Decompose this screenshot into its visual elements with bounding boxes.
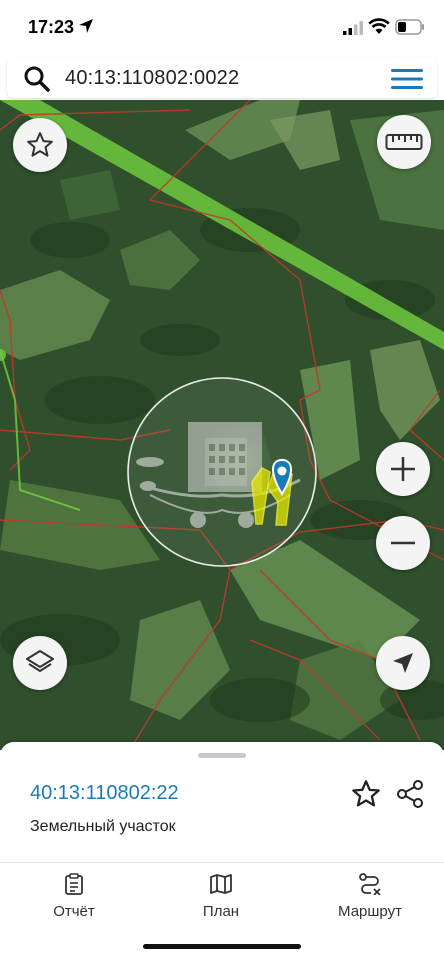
sheet-drag-handle[interactable]: [198, 753, 246, 758]
battery-icon: [395, 19, 424, 35]
search-input[interactable]: 40:13:110802:0022: [65, 67, 239, 90]
search-icon[interactable]: [23, 65, 51, 93]
zoom-in-icon: [391, 457, 415, 481]
save-parcel-star-icon[interactable]: [350, 778, 382, 810]
status-bar: 17:23: [0, 0, 444, 56]
ruler-button[interactable]: [377, 115, 431, 169]
map-plan-icon: [210, 874, 232, 894]
search-bar[interactable]: 40:13:110802:0022: [7, 58, 437, 98]
favorite-star-icon: [27, 132, 53, 157]
route-icon: [359, 873, 381, 895]
zoom-in-button[interactable]: [376, 442, 430, 496]
map-view[interactable]: [0, 100, 444, 750]
favorite-button[interactable]: [13, 118, 67, 172]
location-arrow-icon: [79, 19, 93, 33]
status-time: 17:23: [28, 17, 75, 37]
parcel-cadastral-number[interactable]: 40:13:110802:22: [30, 782, 179, 805]
ruler-icon: [385, 134, 423, 150]
zoom-out-icon: [391, 541, 415, 545]
home-indicator[interactable]: [143, 944, 301, 949]
nav-report[interactable]: Отчёт: [14, 873, 134, 920]
nav-plan[interactable]: План: [161, 873, 281, 920]
nav-report-label: Отчёт: [53, 903, 95, 920]
nav-route-label: Маршрут: [338, 903, 402, 920]
report-clipboard-icon: [65, 873, 83, 895]
nav-route[interactable]: Маршрут: [310, 873, 430, 920]
share-icon[interactable]: [394, 778, 426, 810]
parcel-type-label: Земельный участок: [30, 818, 176, 835]
layers-icon: [26, 650, 54, 672]
navigation-arrow-icon: [393, 653, 413, 673]
wifi-icon: [368, 18, 390, 34]
hamburger-menu-icon[interactable]: [389, 66, 425, 92]
nav-plan-label: План: [202, 903, 240, 920]
zoom-out-button[interactable]: [376, 516, 430, 570]
layers-button[interactable]: [13, 636, 67, 690]
my-location-button[interactable]: [376, 636, 430, 690]
cellular-signal-icon: [343, 21, 363, 35]
